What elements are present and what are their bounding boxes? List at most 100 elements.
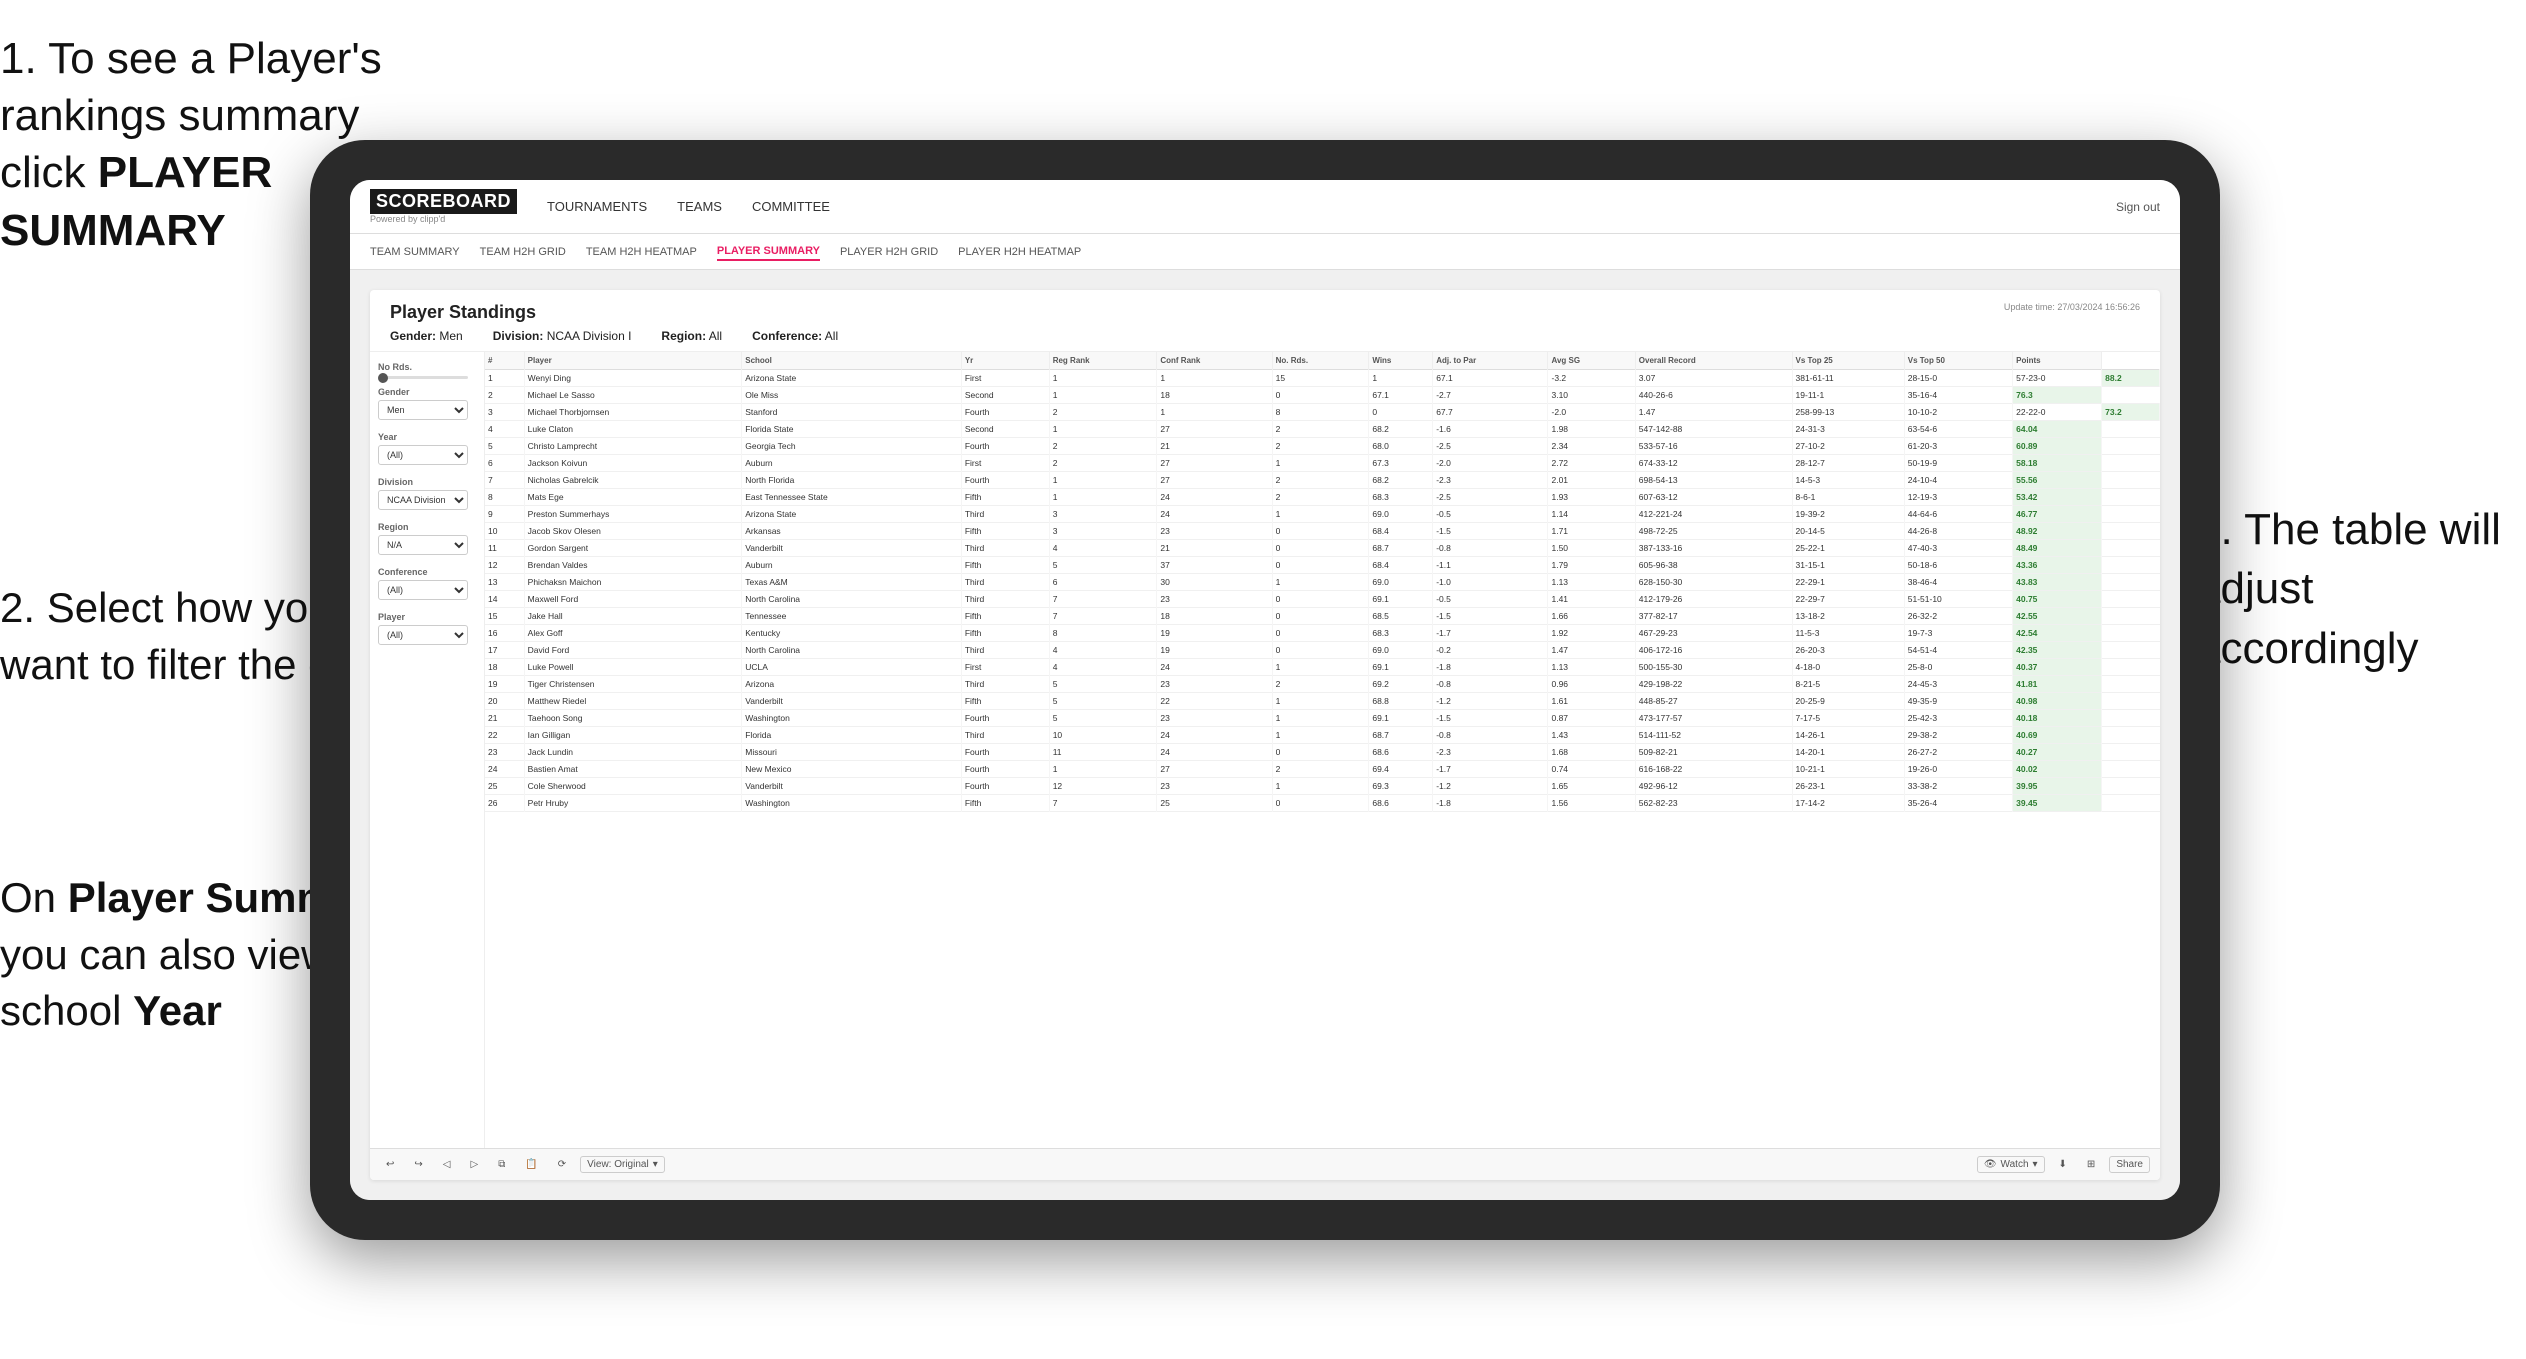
table-cell: 1 — [1272, 574, 1369, 591]
table-row[interactable]: 19Tiger ChristensenArizonaThird523269.2-… — [485, 676, 2160, 693]
table-cell: 19-26-0 — [1904, 761, 2012, 778]
table-cell: 64.04 — [2013, 421, 2102, 438]
table-row[interactable]: 13Phichaksn MaichonTexas A&MThird630169.… — [485, 574, 2160, 591]
table-cell: 40.27 — [2013, 744, 2102, 761]
table-row[interactable]: 4Luke ClatonFlorida StateSecond127268.2-… — [485, 421, 2160, 438]
table-cell: -1.5 — [1433, 608, 1548, 625]
conference-select[interactable]: (All) — [378, 580, 468, 600]
table-row[interactable]: 24Bastien AmatNew MexicoFourth127269.4-1… — [485, 761, 2160, 778]
table-cell: 607-63-12 — [1635, 489, 1792, 506]
table-row[interactable]: 10Jacob Skov OlesenArkansasFifth323068.4… — [485, 523, 2160, 540]
table-cell: 2 — [1272, 438, 1369, 455]
step3-text-prefix: On — [0, 874, 68, 921]
table-cell: 12-19-3 — [1904, 489, 2012, 506]
table-cell: Washington — [742, 795, 962, 812]
subnav-team-summary[interactable]: TEAM SUMMARY — [370, 244, 460, 260]
table-cell: -0.5 — [1433, 506, 1548, 523]
grid-btn[interactable]: ⊞ — [2081, 1157, 2101, 1172]
table-container[interactable]: # Player School Yr Reg Rank Conf Rank No… — [485, 352, 2160, 1148]
table-cell: 24-31-3 — [1792, 421, 1904, 438]
table-row[interactable]: 18Luke PowellUCLAFirst424169.1-1.81.1350… — [485, 659, 2160, 676]
table-cell: 1 — [1272, 455, 1369, 472]
subnav-team-h2h-heatmap[interactable]: TEAM H2H HEATMAP — [586, 244, 697, 260]
table-cell: Bastien Amat — [524, 761, 742, 778]
table-row[interactable]: 20Matthew RiedelVanderbiltFifth522168.8-… — [485, 693, 2160, 710]
table-cell: North Carolina — [742, 642, 962, 659]
refresh-btn[interactable]: ⟳ — [552, 1157, 572, 1172]
table-cell: 43.36 — [2013, 557, 2102, 574]
paste-btn[interactable]: 📋 — [519, 1157, 543, 1172]
year-select[interactable]: (All) First Second Third Fourth Fifth — [378, 445, 468, 465]
back-btn[interactable]: ◁ — [437, 1157, 457, 1172]
table-cell: 43.83 — [2013, 574, 2102, 591]
table-cell: Fifth — [961, 608, 1049, 625]
view-chevron: ▾ — [653, 1159, 658, 1170]
rds-slider[interactable] — [378, 376, 468, 379]
main-panel: Player Standings Gender: Men Division: N… — [370, 290, 2160, 1180]
table-row[interactable]: 14Maxwell FordNorth CarolinaThird723069.… — [485, 591, 2160, 608]
gender-select[interactable]: Men — [378, 400, 468, 420]
table-cell: 21 — [485, 710, 524, 727]
redo-btn[interactable]: ↪ — [408, 1157, 428, 1172]
table-cell: -1.7 — [1433, 625, 1548, 642]
main-nav: TOURNAMENTS TEAMS COMMITTEE — [547, 199, 2116, 214]
subnav-player-h2h-grid[interactable]: PLAYER H2H GRID — [840, 244, 938, 260]
table-cell: Texas A&M — [742, 574, 962, 591]
panel-filters: Gender: Men Division: NCAA Division I Re… — [390, 329, 838, 343]
table-cell: 467-29-23 — [1635, 625, 1792, 642]
subnav-player-h2h-heatmap[interactable]: PLAYER H2H HEATMAP — [958, 244, 1081, 260]
table-row[interactable]: 15Jake HallTennesseeFifth718068.5-1.51.6… — [485, 608, 2160, 625]
table-row[interactable]: 8Mats EgeEast Tennessee StateFifth124268… — [485, 489, 2160, 506]
table-cell: 1 — [1272, 693, 1369, 710]
table-cell: 42.35 — [2013, 642, 2102, 659]
table-cell: 3.10 — [1548, 387, 1635, 404]
table-cell: 38-46-4 — [1904, 574, 2012, 591]
player-select[interactable]: (All) — [378, 625, 468, 645]
nav-tournaments[interactable]: TOURNAMENTS — [547, 199, 647, 214]
view-selector[interactable]: View: Original ▾ — [580, 1156, 665, 1173]
nav-teams[interactable]: TEAMS — [677, 199, 722, 214]
subnav-player-summary[interactable]: PLAYER SUMMARY — [717, 243, 820, 261]
table-row[interactable]: 9Preston SummerhaysArizona StateThird324… — [485, 506, 2160, 523]
table-row[interactable]: 11Gordon SargentVanderbiltThird421068.7-… — [485, 540, 2160, 557]
nav-committee[interactable]: COMMITTEE — [752, 199, 830, 214]
table-row[interactable]: 25Cole SherwoodVanderbiltFourth1223169.3… — [485, 778, 2160, 795]
table-row[interactable]: 2Michael Le SassoOle MissSecond118067.1-… — [485, 387, 2160, 404]
division-select[interactable]: NCAA Division I — [378, 490, 468, 510]
table-cell: Michael Le Sasso — [524, 387, 742, 404]
copy-btn[interactable]: ⧉ — [492, 1157, 511, 1172]
table-cell: 1.43 — [1548, 727, 1635, 744]
table-row[interactable]: 22Ian GilliganFloridaThird1024168.7-0.81… — [485, 727, 2160, 744]
share-btn[interactable]: Share — [2109, 1156, 2150, 1173]
table-row[interactable]: 6Jackson KoivunAuburnFirst227167.3-2.02.… — [485, 455, 2160, 472]
table-row[interactable]: 23Jack LundinMissouriFourth1124068.6-2.3… — [485, 744, 2160, 761]
forward-btn[interactable]: ▷ — [464, 1157, 484, 1172]
table-cell: 23 — [1157, 778, 1272, 795]
sign-out-link[interactable]: Sign out — [2116, 200, 2160, 214]
table-cell: Auburn — [742, 455, 962, 472]
table-cell: 2 — [1272, 489, 1369, 506]
subnav-team-h2h-grid[interactable]: TEAM H2H GRID — [480, 244, 566, 260]
eye-icon: 👁 — [1984, 1159, 1997, 1170]
undo-btn[interactable]: ↩ — [380, 1157, 400, 1172]
table-cell: 68.8 — [1369, 693, 1433, 710]
table-row[interactable]: 17David FordNorth CarolinaThird419069.0-… — [485, 642, 2160, 659]
table-row[interactable]: 26Petr HrubyWashingtonFifth725068.6-1.81… — [485, 795, 2160, 812]
table-row[interactable]: 5Christo LamprechtGeorgia TechFourth2212… — [485, 438, 2160, 455]
table-row[interactable]: 21Taehoon SongWashingtonFourth523169.1-1… — [485, 710, 2160, 727]
table-cell: 1.14 — [1548, 506, 1635, 523]
logo-title: SCOREBOARD — [370, 189, 517, 214]
table-cell: 10-10-2 — [1904, 404, 2012, 421]
table-row[interactable]: 3Michael ThorbjornsenStanfordFourth21806… — [485, 404, 2160, 421]
table-cell: Fourth — [961, 710, 1049, 727]
export-btn[interactable]: ⬇ — [2053, 1157, 2073, 1172]
table-row[interactable]: 16Alex GoffKentuckyFifth819068.3-1.71.92… — [485, 625, 2160, 642]
table-cell: 69.1 — [1369, 710, 1433, 727]
watch-btn[interactable]: 👁 Watch ▾ — [1977, 1156, 2045, 1173]
table-row[interactable]: 7Nicholas GabrelcikNorth FloridaFourth12… — [485, 472, 2160, 489]
table-cell: -0.5 — [1433, 591, 1548, 608]
table-cell: 698-54-13 — [1635, 472, 1792, 489]
table-row[interactable]: 1Wenyi DingArizona StateFirst1115167.1-3… — [485, 370, 2160, 387]
region-select[interactable]: N/A — [378, 535, 468, 555]
table-row[interactable]: 12Brendan ValdesAuburnFifth537068.4-1.11… — [485, 557, 2160, 574]
